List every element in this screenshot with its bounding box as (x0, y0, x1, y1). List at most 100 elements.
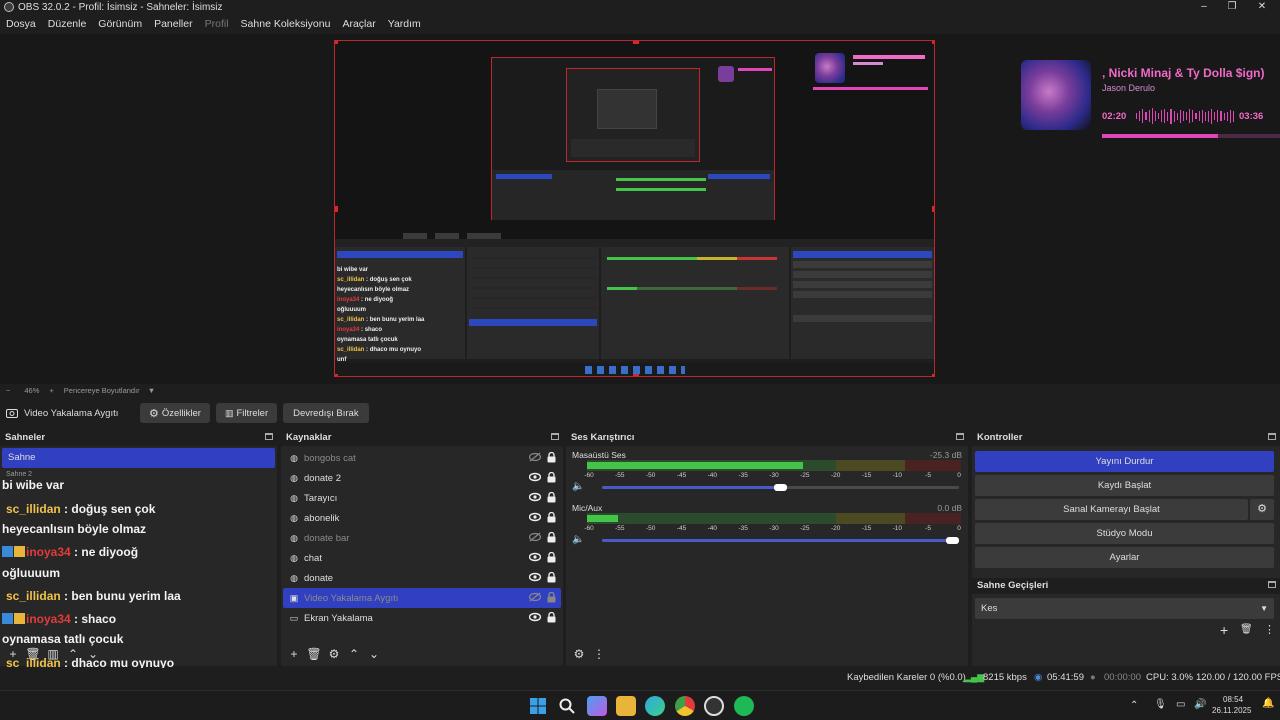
undock-icon[interactable] (1268, 433, 1276, 440)
source-item[interactable]: ◍ abonelik (283, 508, 561, 528)
undock-icon[interactable] (265, 433, 273, 440)
undock-icon[interactable] (956, 433, 964, 440)
obs-taskbar-icon[interactable] (704, 696, 724, 716)
eye-icon[interactable] (528, 512, 542, 525)
start-icon[interactable] (528, 696, 548, 716)
chrome-icon[interactable] (675, 696, 695, 716)
speaker-icon[interactable]: 🔈 (572, 534, 584, 545)
browser-icon: ◍ (290, 472, 298, 483)
eye-icon[interactable] (528, 552, 542, 565)
menu-docks[interactable]: Paneller (148, 16, 199, 32)
move-up-icon[interactable]: ⌃ (347, 647, 361, 661)
notification-bell-icon[interactable]: 🔔 (1262, 698, 1274, 709)
lock-icon[interactable] (547, 551, 556, 566)
lock-icon[interactable] (547, 531, 556, 546)
eye-icon[interactable] (528, 492, 542, 505)
advanced-audio-gear-icon[interactable]: ⚙ (572, 647, 586, 661)
spotify-icon[interactable] (734, 696, 754, 716)
volume-slider[interactable] (602, 484, 959, 491)
more-options-icon[interactable]: ⋮ (592, 647, 606, 661)
eye-icon[interactable] (528, 472, 542, 485)
source-item[interactable]: ◍ donate (283, 568, 561, 588)
source-item[interactable]: ▣ Video Yakalama Aygıtı (283, 588, 561, 608)
tick-label: -15 (861, 525, 872, 532)
network-icon[interactable]: ▭ (1176, 699, 1185, 710)
edge-icon[interactable] (645, 696, 665, 716)
tick-label: -25 (800, 472, 810, 479)
source-item[interactable]: ◍ donate 2 (283, 468, 561, 488)
menu-help[interactable]: Yardım (382, 16, 427, 32)
preview-canvas[interactable]: bi wibe var sc_illidan : doğuş sen çok hey… (0, 34, 1280, 384)
minimize-button[interactable]: – (1190, 0, 1218, 14)
close-button[interactable]: ✕ (1248, 0, 1276, 14)
undock-icon[interactable] (1268, 581, 1276, 588)
nested-docks: bi wibe var sc_illidan : doğuş sen çok hey… (335, 233, 934, 376)
search-icon[interactable] (557, 696, 577, 716)
add-transition-icon[interactable]: + (1220, 622, 1228, 638)
transition-select[interactable]: Kes ▼ (975, 598, 1274, 619)
volume-icon[interactable]: 🔊 (1194, 699, 1206, 710)
wave-bar (1179, 109, 1181, 123)
eye-icon[interactable] (528, 612, 542, 625)
scene-item-sahne[interactable]: Sahne (2, 448, 275, 468)
zoom-out-icon[interactable]: − (6, 386, 10, 395)
source-item[interactable]: ◍ donate bar (283, 528, 561, 548)
microphone-icon[interactable]: 🎙 (1154, 699, 1167, 710)
properties-button[interactable]: ⚙ Özellikler (140, 403, 210, 423)
lock-icon[interactable] (547, 591, 556, 606)
menu-file[interactable]: Dosya (0, 16, 42, 32)
menu-tools[interactable]: Araçlar (336, 16, 381, 32)
source-item[interactable]: ◍ chat (283, 548, 561, 568)
undock-icon[interactable] (551, 433, 559, 440)
eye-hidden-icon[interactable] (528, 452, 542, 465)
lock-icon[interactable] (547, 611, 556, 626)
menu-view[interactable]: Görünüm (92, 16, 148, 32)
volume-control: 🔈 (572, 481, 964, 493)
add-source-icon[interactable]: + (287, 647, 301, 661)
chevron-down-icon[interactable]: ▼ (148, 386, 155, 395)
start-virtual-camera-button[interactable]: Sanal Kamerayı Başlat (975, 499, 1248, 520)
volume-slider[interactable] (602, 537, 959, 544)
eye-icon[interactable] (528, 572, 542, 585)
chevron-up-icon[interactable]: ⌃ (1130, 700, 1138, 711)
clock-date[interactable]: 26.11.2025 (1212, 706, 1251, 715)
source-item[interactable]: ▭ Ekran Yakalama (283, 608, 561, 628)
lock-icon[interactable] (547, 511, 556, 526)
lock-icon[interactable] (547, 571, 556, 586)
menu-profile[interactable]: Profil (199, 16, 235, 32)
zoom-plus-icon[interactable]: + (49, 386, 53, 395)
zoom-mode[interactable]: Pencereye Boyutlandır (64, 386, 140, 395)
source-item[interactable]: ◍ Tarayıcı (283, 488, 561, 508)
wave-bar (1211, 108, 1213, 124)
virtual-camera-gear-icon[interactable]: ⚙ (1250, 499, 1274, 520)
wave-bar (1192, 110, 1194, 122)
lock-icon[interactable] (547, 451, 556, 466)
more-options-icon[interactable]: ⋮ (1264, 623, 1275, 636)
move-down-icon[interactable]: ⌄ (367, 647, 381, 661)
eye-hidden-icon[interactable] (528, 532, 542, 545)
lock-icon[interactable] (547, 471, 556, 486)
menu-scene-collection[interactable]: Sahne Koleksiyonu (235, 16, 337, 32)
studio-mode-button[interactable]: Stüdyo Modu (975, 523, 1274, 544)
wave-bar (1167, 111, 1169, 121)
speaker-icon[interactable]: 🔈 (572, 481, 584, 492)
clock-time[interactable]: 08:54 (1223, 695, 1243, 704)
filters-button[interactable]: ▥ Filtreler (215, 403, 278, 423)
menu-edit[interactable]: Düzenle (42, 16, 93, 32)
deactivate-button[interactable]: Devredışı Bırak (283, 403, 369, 423)
volume-meter (587, 460, 961, 471)
source-settings-gear-icon[interactable]: ⚙ (327, 647, 341, 661)
copilot-icon[interactable] (587, 696, 607, 716)
remove-transition-icon[interactable]: 🗑 (1240, 624, 1253, 635)
maximize-button[interactable]: ❐ (1218, 0, 1246, 14)
file-explorer-icon[interactable] (616, 696, 636, 716)
start-recording-button[interactable]: Kaydı Başlat (975, 475, 1274, 496)
eye-hidden-icon[interactable] (528, 592, 542, 605)
video-capture-preview[interactable]: bi wibe var sc_illidan : doğuş sen çok hey… (334, 40, 935, 377)
stop-stream-button[interactable]: Yayını Durdur (975, 451, 1274, 472)
settings-button[interactable]: Ayarlar (975, 547, 1274, 568)
remove-source-icon[interactable]: 🗑 (306, 647, 321, 661)
source-item[interactable]: ◍ bongobs cat (283, 448, 561, 468)
lock-icon[interactable] (547, 491, 556, 506)
chat-line: oğluuuum (2, 566, 60, 580)
